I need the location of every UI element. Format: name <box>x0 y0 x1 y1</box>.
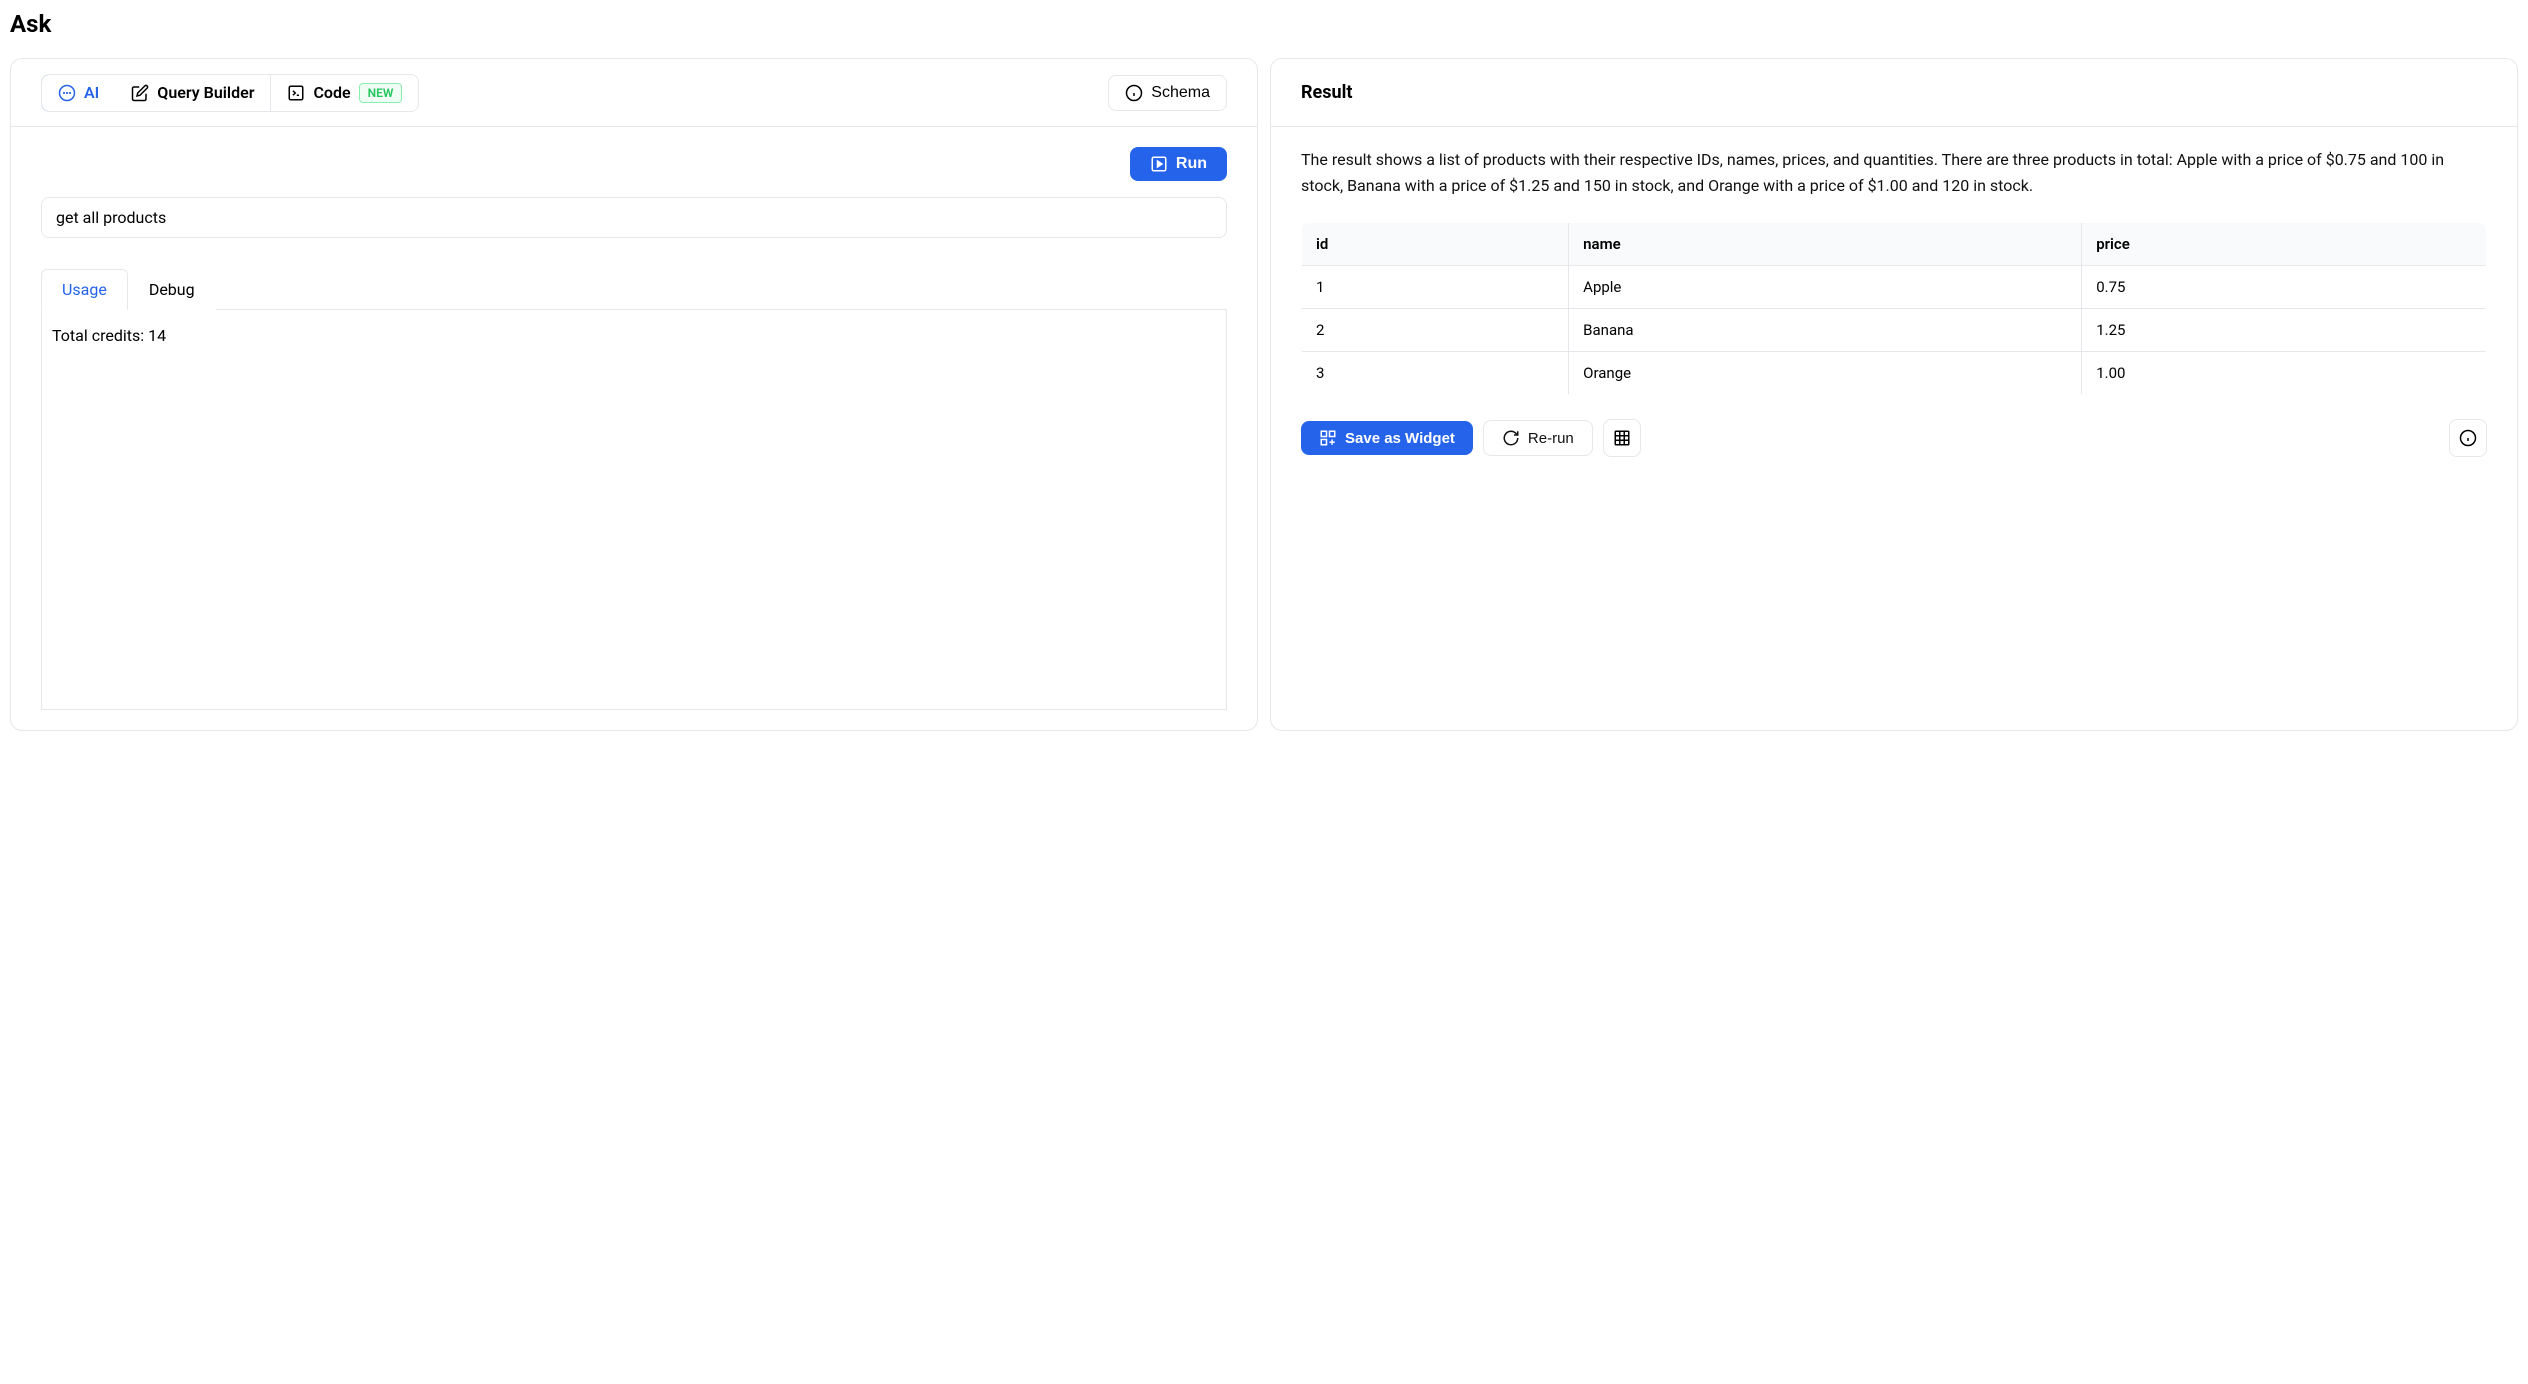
page-title: Ask <box>10 10 2518 38</box>
result-table: id name price 1 Apple 0.75 2 Banana 1.25 <box>1301 222 2487 395</box>
sub-tab-usage[interactable]: Usage <box>41 269 128 310</box>
tab-query-builder-label: Query Builder <box>157 83 254 102</box>
table-header-id: id <box>1302 223 1569 266</box>
info-icon <box>2459 429 2477 447</box>
grid-icon <box>1613 429 1631 447</box>
table-cell: 2 <box>1302 309 1569 352</box>
edit-icon <box>131 84 149 102</box>
query-panel-body: Run Usage Debug Total credits: 14 <box>11 127 1257 730</box>
tab-query-builder[interactable]: Query Builder <box>115 75 271 111</box>
query-panel-header: AI Query Builder Code NEW Schema <box>11 59 1257 127</box>
info-button[interactable] <box>2449 419 2487 457</box>
table-cell: 1 <box>1302 266 1569 309</box>
result-title: Result <box>1301 82 1352 103</box>
play-icon <box>1150 155 1168 173</box>
run-button[interactable]: Run <box>1130 147 1227 181</box>
sub-tabs: Usage Debug <box>41 268 1227 310</box>
table-header-row: id name price <box>1302 223 2487 266</box>
tab-code-label: Code <box>313 83 350 102</box>
run-button-label: Run <box>1176 155 1207 173</box>
table-cell: Orange <box>1569 352 2082 395</box>
table-cell: 1.00 <box>2082 352 2487 395</box>
table-view-button[interactable] <box>1603 419 1641 457</box>
table-cell: 0.75 <box>2082 266 2487 309</box>
result-actions: Save as Widget Re-run <box>1301 419 2487 457</box>
table-row: 2 Banana 1.25 <box>1302 309 2487 352</box>
schema-button[interactable]: Schema <box>1108 75 1227 111</box>
rerun-label: Re-run <box>1528 430 1574 447</box>
sub-tab-debug[interactable]: Debug <box>128 269 216 310</box>
result-body: The result shows a list of products with… <box>1271 127 2517 477</box>
mode-tab-group: AI Query Builder Code NEW <box>41 74 419 112</box>
refresh-icon <box>1502 429 1520 447</box>
result-description: The result shows a list of products with… <box>1301 147 2487 198</box>
save-widget-label: Save as Widget <box>1345 430 1455 447</box>
credits-text: Total credits: 14 <box>52 326 166 345</box>
tab-code[interactable]: Code NEW <box>271 75 418 111</box>
terminal-icon <box>287 84 305 102</box>
query-input[interactable] <box>41 197 1227 238</box>
table-header-name: name <box>1569 223 2082 266</box>
table-cell: Apple <box>1569 266 2082 309</box>
result-panel-header: Result <box>1271 59 2517 127</box>
table-cell: Banana <box>1569 309 2082 352</box>
table-cell: 3 <box>1302 352 1569 395</box>
usage-content: Total credits: 14 <box>41 310 1227 710</box>
run-row: Run <box>41 147 1227 181</box>
schema-button-label: Schema <box>1151 84 1210 102</box>
table-header-price: price <box>2082 223 2487 266</box>
save-widget-button[interactable]: Save as Widget <box>1301 421 1473 455</box>
query-panel: AI Query Builder Code NEW Schema <box>10 58 1258 731</box>
result-panel: Result The result shows a list of produc… <box>1270 58 2518 731</box>
widget-icon <box>1319 429 1337 447</box>
chat-icon <box>58 84 76 102</box>
tab-ai[interactable]: AI <box>41 74 116 112</box>
info-icon <box>1125 84 1143 102</box>
main-container: AI Query Builder Code NEW Schema <box>10 58 2518 731</box>
tab-ai-label: AI <box>84 83 99 102</box>
table-row: 1 Apple 0.75 <box>1302 266 2487 309</box>
new-badge: NEW <box>359 83 403 103</box>
table-row: 3 Orange 1.00 <box>1302 352 2487 395</box>
table-cell: 1.25 <box>2082 309 2487 352</box>
rerun-button[interactable]: Re-run <box>1483 420 1593 456</box>
